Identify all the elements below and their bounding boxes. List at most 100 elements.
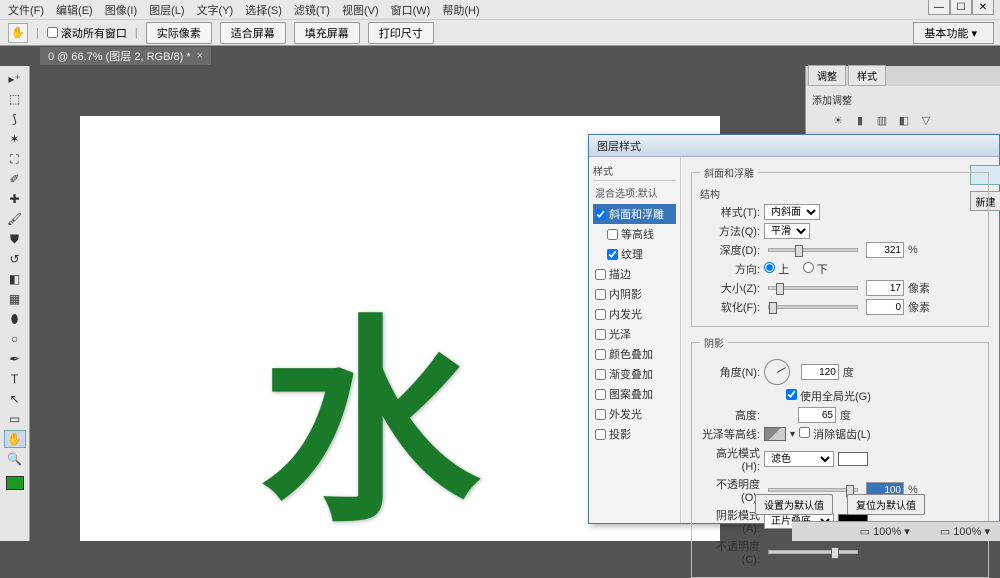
highlight-opacity-slider[interactable] — [768, 488, 858, 492]
document-tab[interactable]: 0 @ 66.7% (图层 2, RGB/8) * × — [40, 47, 211, 65]
wand-tool[interactable]: ✶ — [4, 130, 26, 148]
angle-dial[interactable] — [764, 359, 790, 385]
style-item[interactable]: 图案叠加 — [593, 384, 676, 404]
close-button[interactable]: ✕ — [972, 0, 994, 15]
lasso-tool[interactable]: ⟆ — [4, 110, 26, 128]
struct-legend: 结构 — [700, 186, 720, 201]
tab-styles[interactable]: 样式 — [848, 65, 886, 86]
dodge-tool[interactable]: ○ — [4, 330, 26, 348]
style-item[interactable]: 光泽 — [593, 324, 676, 344]
heal-tool[interactable]: ✚ — [4, 190, 26, 208]
curves-icon[interactable]: ▥ — [874, 113, 890, 127]
style-item[interactable]: 内发光 — [593, 304, 676, 324]
set-default-button[interactable]: 设置为默认值 — [755, 494, 833, 515]
menu-select[interactable]: 选择(S) — [245, 2, 282, 18]
pen-tool[interactable]: ✒ — [4, 350, 26, 368]
move-tool[interactable]: ▸⁺ — [4, 70, 26, 88]
global-light-checkbox[interactable]: 使用全局光(G) — [786, 388, 871, 404]
menu-type[interactable]: 文字(Y) — [197, 2, 234, 18]
highlight-mode-select[interactable]: 滤色 — [764, 451, 834, 467]
menu-help[interactable]: 帮助(H) — [442, 2, 479, 18]
minimize-button[interactable]: — — [928, 0, 950, 15]
style-item[interactable]: 内阴影 — [593, 284, 676, 304]
style-item[interactable]: 投影 — [593, 424, 676, 444]
menu-bar: 文件(F) 编辑(E) 图像(I) 图层(L) 文字(Y) 选择(S) 滤镜(T… — [0, 0, 1000, 20]
highlight-color-swatch[interactable] — [838, 452, 868, 466]
type-tool[interactable]: T — [4, 370, 26, 388]
angle-input[interactable] — [801, 364, 839, 380]
style-list: 样式 混合选项:默认 斜面和浮雕等高线纹理描边内阴影内发光光泽颜色叠加渐变叠加图… — [589, 157, 681, 523]
altitude-label: 高度: — [700, 407, 760, 423]
reset-default-button[interactable]: 复位为默认值 — [847, 494, 925, 515]
tab-adjustments[interactable]: 调整 — [808, 65, 846, 86]
depth-slider[interactable] — [768, 248, 858, 252]
maximize-button[interactable]: ☐ — [950, 0, 972, 15]
style-label: 样式(T): — [700, 204, 760, 220]
direction-label: 方向: — [700, 261, 760, 277]
style-item[interactable]: 斜面和浮雕 — [593, 204, 676, 224]
size-input[interactable] — [866, 280, 904, 296]
levels-icon[interactable]: ▮ — [852, 113, 868, 127]
style-item[interactable]: 渐变叠加 — [593, 364, 676, 384]
menu-image[interactable]: 图像(I) — [105, 2, 137, 18]
style-item[interactable]: 纹理 — [593, 244, 676, 264]
depth-input[interactable] — [866, 242, 904, 258]
exposure-icon[interactable]: ◧ — [896, 113, 912, 127]
menu-window[interactable]: 窗口(W) — [391, 2, 431, 18]
layer-style-dialog: 图层样式 新建 样式 混合选项:默认 斜面和浮雕等高线纹理描边内阴影内发光光泽颜… — [588, 134, 1000, 524]
brightness-icon[interactable]: ☀ — [830, 113, 846, 127]
style-item[interactable]: 等高线 — [593, 224, 676, 244]
dir-up[interactable]: 上 — [764, 261, 789, 277]
size-slider[interactable] — [768, 286, 858, 290]
style-list-header: 样式 — [593, 163, 676, 181]
shadow-opacity-label: 不透明度(C): — [700, 538, 760, 566]
technique-label: 方法(Q): — [700, 223, 760, 239]
blur-tool[interactable]: ⬮ — [4, 310, 26, 328]
scroll-all-checkbox[interactable]: 滚动所有窗口 — [47, 25, 127, 41]
eyedropper-tool[interactable]: ✐ — [4, 170, 26, 188]
altitude-input[interactable] — [798, 407, 836, 423]
stamp-tool[interactable]: ⛊ — [4, 230, 26, 248]
soften-slider[interactable] — [768, 305, 858, 309]
hand-tool-icon[interactable]: ✋ — [8, 23, 28, 43]
status-bar: ▭ 100% ▾ ▭ 100% ▾ — [792, 521, 1000, 541]
menu-layer[interactable]: 图层(L) — [149, 2, 184, 18]
print-size-button[interactable]: 打印尺寸 — [368, 22, 434, 44]
foreground-swatch[interactable] — [6, 476, 24, 490]
shadow-opacity-slider[interactable] — [768, 550, 858, 554]
style-item[interactable]: 外发光 — [593, 404, 676, 424]
dialog-title[interactable]: 图层样式 — [589, 135, 999, 157]
blend-options[interactable]: 混合选项:默认 — [593, 183, 676, 204]
menu-filter[interactable]: 滤镜(T) — [294, 2, 330, 18]
antialias-checkbox[interactable]: 消除锯齿(L) — [799, 426, 871, 442]
close-icon[interactable]: × — [197, 50, 203, 62]
vibrance-icon[interactable]: ▽ — [918, 113, 934, 127]
depth-label: 深度(D): — [700, 242, 760, 258]
zoom-tool[interactable]: 🔍 — [4, 450, 26, 468]
crop-tool[interactable]: ⛶ — [4, 150, 26, 168]
style-item[interactable]: 颜色叠加 — [593, 344, 676, 364]
fit-screen-button[interactable]: 适合屏幕 — [220, 22, 286, 44]
fill-screen-button[interactable]: 填充屏幕 — [294, 22, 360, 44]
history-brush-tool[interactable]: ↺ — [4, 250, 26, 268]
eraser-tool[interactable]: ◧ — [4, 270, 26, 288]
document-tab-bar: 0 @ 66.7% (图层 2, RGB/8) * × — [0, 46, 1000, 66]
shadow-legend: 阴影 — [700, 335, 728, 350]
gradient-tool[interactable]: ▦ — [4, 290, 26, 308]
style-select[interactable]: 内斜面 — [764, 204, 820, 220]
workspace-selector[interactable]: 基本功能 ▾ — [913, 22, 994, 44]
hand-tool[interactable]: ✋ — [4, 430, 26, 448]
path-tool[interactable]: ↖ — [4, 390, 26, 408]
actual-pixels-button[interactable]: 实际像素 — [146, 22, 212, 44]
menu-file[interactable]: 文件(F) — [8, 2, 44, 18]
dir-down[interactable]: 下 — [803, 261, 828, 277]
marquee-tool[interactable]: ⬚ — [4, 90, 26, 108]
soften-input[interactable] — [866, 299, 904, 315]
gloss-contour[interactable] — [764, 427, 786, 441]
technique-select[interactable]: 平滑 — [764, 223, 810, 239]
style-item[interactable]: 描边 — [593, 264, 676, 284]
brush-tool[interactable]: 🖌 — [4, 210, 26, 228]
menu-edit[interactable]: 编辑(E) — [56, 2, 93, 18]
menu-view[interactable]: 视图(V) — [342, 2, 379, 18]
shape-tool[interactable]: ▭ — [4, 410, 26, 428]
